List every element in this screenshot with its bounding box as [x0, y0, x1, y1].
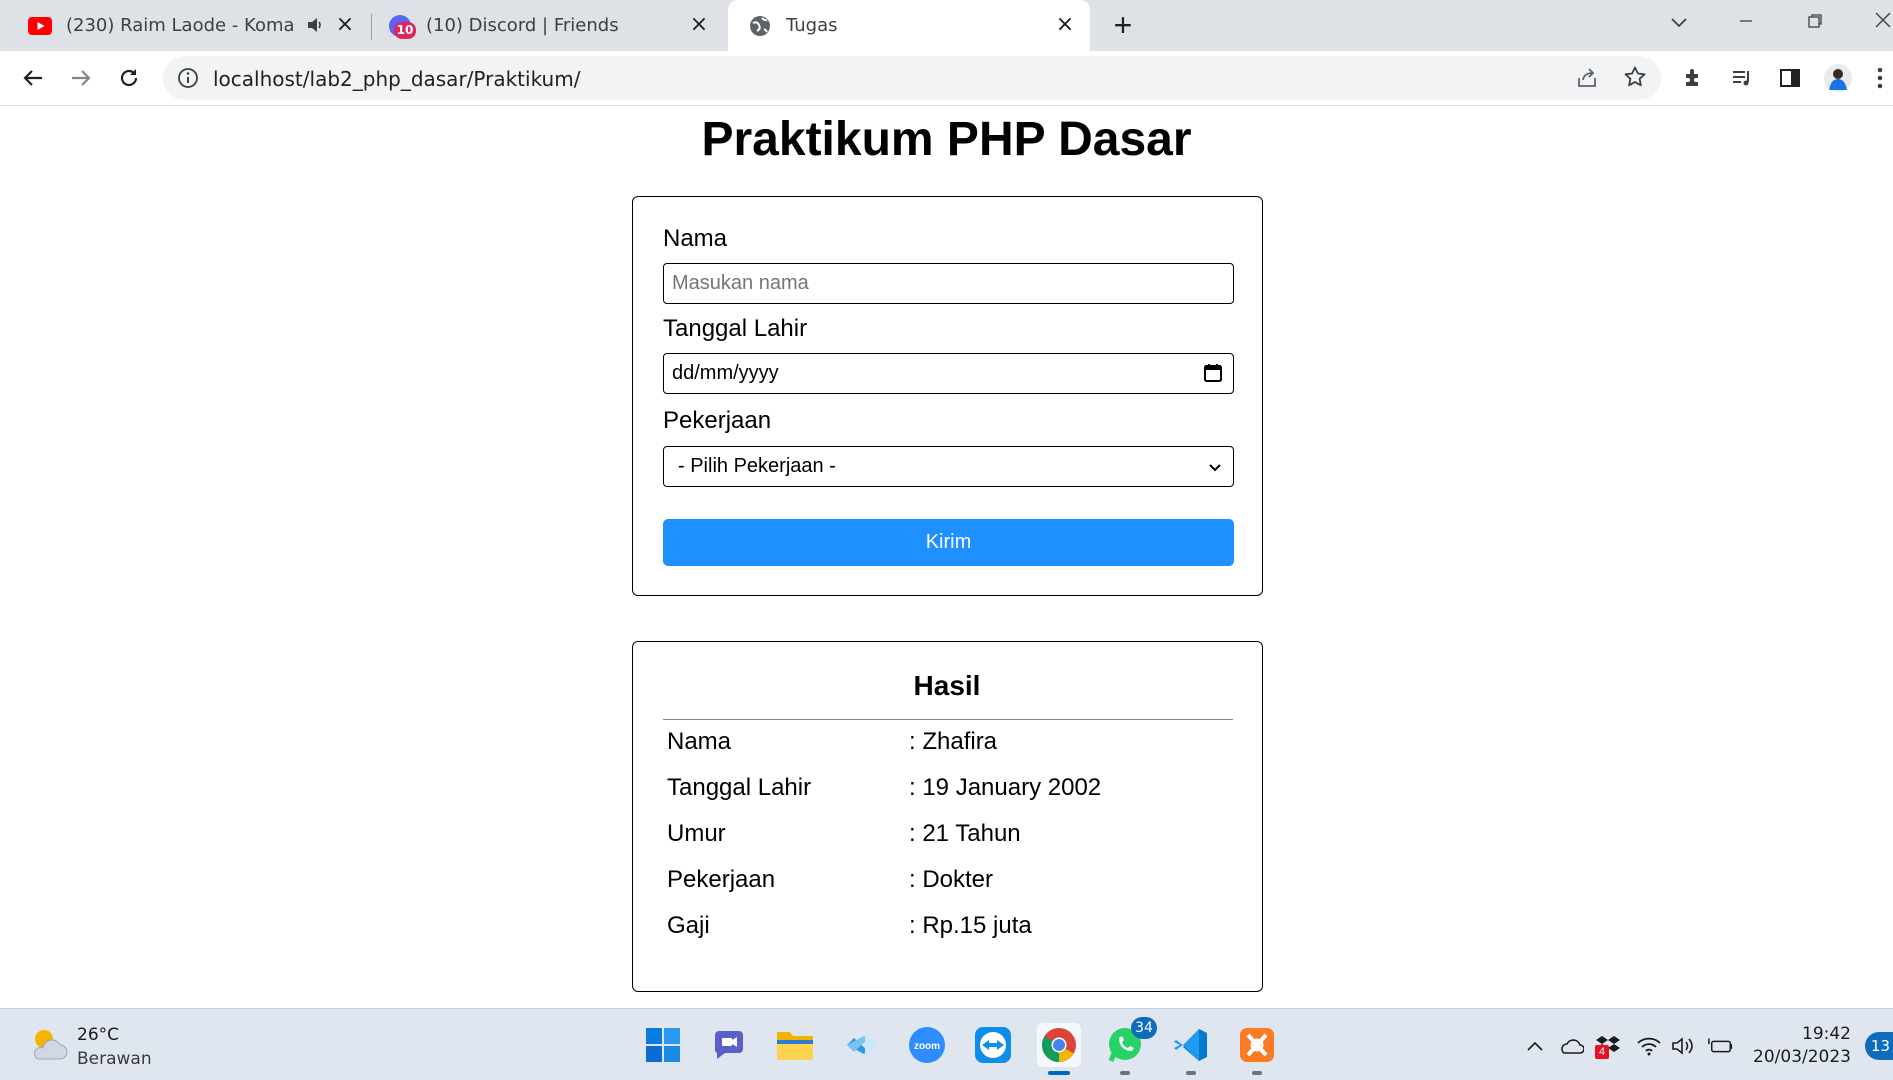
xampp-icon[interactable]: [1235, 1023, 1279, 1075]
result-label: Umur: [667, 820, 726, 847]
weather-cloudy-icon[interactable]: [28, 1025, 68, 1068]
discord-icon: 10: [388, 14, 416, 39]
close-window-button[interactable]: [1868, 8, 1893, 38]
result-row: Tanggal Lahir : 19 January 2002: [667, 774, 1227, 806]
youtube-icon: [28, 14, 52, 38]
vs-icon[interactable]: [839, 1023, 883, 1067]
date-placeholder: dd/mm/yyyy: [672, 362, 779, 384]
address-bar[interactable]: localhost/lab2_php_dasar/Praktikum/: [163, 56, 1661, 100]
result-value: : 19 January 2002: [909, 774, 1102, 801]
divider: [663, 719, 1233, 720]
tab-badge: 10: [394, 21, 416, 39]
active-indicator: [1048, 1071, 1070, 1075]
result-row: Pekerjaan : Dokter: [667, 866, 1227, 898]
tanggal-lahir-input[interactable]: dd/mm/yyyy: [663, 353, 1234, 394]
speaker-icon[interactable]: [306, 15, 326, 40]
chrome-icon[interactable]: [1037, 1023, 1081, 1075]
media-control-icon[interactable]: [1727, 63, 1757, 93]
zoom-icon[interactable]: zoom: [905, 1023, 949, 1067]
result-value: : 21 Tahun: [909, 820, 1021, 847]
system-clock[interactable]: 19:42 20/03/2023: [1753, 1023, 1851, 1069]
tab-title: (10) Discord | Friends: [426, 15, 619, 36]
result-row: Umur : 21 Tahun: [667, 820, 1227, 852]
taskbar: 26°C Berawan zoom 34 4 19:42 20/03/2023 …: [0, 1008, 1893, 1080]
url-text[interactable]: localhost/lab2_php_dasar/Praktikum/: [213, 67, 580, 91]
result-row: Gaji : Rp.15 juta: [667, 912, 1227, 944]
tab-search-icon[interactable]: [1664, 8, 1694, 38]
svg-text:zoom: zoom: [914, 1041, 940, 1052]
tab-title: Tugas: [786, 15, 838, 36]
side-panel-icon[interactable]: [1775, 63, 1805, 93]
result-value: : Rp.15 juta: [909, 912, 1032, 939]
browser-toolbar: localhost/lab2_php_dasar/Praktikum/: [0, 51, 1893, 106]
running-indicator: [1252, 1071, 1262, 1075]
tanggal-lahir-label: Tanggal Lahir: [663, 315, 808, 342]
result-card: Hasil Nama : Zhafira Tanggal Lahir : 19 …: [632, 641, 1263, 992]
close-icon[interactable]: ×: [688, 14, 710, 36]
share-icon[interactable]: [1575, 66, 1599, 95]
globe-icon: [748, 14, 772, 38]
form-card: Nama Masukan nama Tanggal Lahir dd/mm/yy…: [632, 196, 1263, 596]
kirim-button[interactable]: Kirim: [663, 519, 1234, 566]
result-value: : Dokter: [909, 866, 994, 893]
battery-icon[interactable]: [1708, 1033, 1734, 1059]
reload-button[interactable]: [112, 61, 146, 95]
result-label: Pekerjaan: [667, 866, 776, 893]
calendar-icon[interactable]: [1203, 363, 1223, 389]
close-icon[interactable]: ×: [1054, 14, 1076, 36]
result-title: Hasil: [913, 670, 981, 701]
tab-strip: (230) Raim Laode - Komang ( × 10 (10) Di…: [0, 0, 1893, 51]
minimize-button[interactable]: [1731, 8, 1761, 38]
result-label: Gaji: [667, 912, 710, 939]
forward-button[interactable]: [64, 61, 98, 95]
new-tab-button[interactable]: +: [1108, 9, 1138, 41]
running-indicator: [1186, 1071, 1196, 1075]
info-icon[interactable]: [177, 67, 199, 94]
menu-kebab-icon[interactable]: [1870, 63, 1890, 93]
result-label: Nama: [667, 728, 732, 755]
windows-start-icon[interactable]: [641, 1023, 685, 1067]
page-content: Praktikum PHP Dasar Nama Masukan nama Ta…: [0, 107, 1893, 1008]
notification-badge: 34: [1131, 1017, 1157, 1039]
vscode-icon[interactable]: [1169, 1023, 1213, 1075]
result-label: Tanggal Lahir: [667, 774, 812, 801]
weather-temperature[interactable]: 26°C: [77, 1025, 119, 1045]
teams-chat-icon[interactable]: [707, 1023, 751, 1067]
clock-date: 20/03/2023: [1753, 1047, 1851, 1067]
volume-icon[interactable]: [1671, 1033, 1697, 1059]
back-button[interactable]: [16, 61, 50, 95]
bookmark-star-icon[interactable]: [1623, 65, 1647, 94]
running-indicator: [1120, 1071, 1130, 1075]
tab-title: (230) Raim Laode - Komang (: [66, 15, 296, 36]
onedrive-icon[interactable]: [1558, 1033, 1584, 1059]
close-icon[interactable]: ×: [334, 14, 356, 36]
tab-youtube[interactable]: (230) Raim Laode - Komang ( ×: [16, 0, 370, 51]
restore-button[interactable]: [1800, 8, 1830, 38]
whatsapp-icon[interactable]: 34: [1103, 1017, 1157, 1075]
file-explorer-icon[interactable]: [773, 1023, 817, 1067]
profile-avatar[interactable]: [1823, 63, 1853, 93]
chevron-up-icon[interactable]: [1522, 1033, 1548, 1059]
extensions-icon[interactable]: [1679, 63, 1709, 93]
nama-input[interactable]: Masukan nama: [663, 263, 1234, 304]
clock-time: 19:42: [1802, 1024, 1851, 1044]
pekerjaan-label: Pekerjaan: [663, 407, 772, 434]
pekerjaan-select[interactable]: - Pilih Pekerjaan -: [663, 446, 1234, 487]
tab-discord[interactable]: 10 (10) Discord | Friends ×: [372, 0, 724, 51]
notification-center-badge[interactable]: 13: [1865, 1032, 1893, 1060]
tab-tugas[interactable]: Tugas ×: [728, 0, 1090, 51]
pekerjaan-selected: - Pilih Pekerjaan -: [678, 455, 836, 477]
weather-condition[interactable]: Berawan: [77, 1049, 152, 1069]
result-row: Nama : Zhafira: [667, 728, 1227, 760]
wifi-icon[interactable]: [1636, 1033, 1662, 1059]
nama-label: Nama: [663, 225, 728, 252]
tray-badge: 4: [1595, 1045, 1609, 1059]
teamviewer-icon[interactable]: [971, 1023, 1015, 1067]
page-title: Praktikum PHP Dasar: [701, 113, 1192, 166]
chevron-down-icon: [1207, 459, 1223, 482]
result-value: : Zhafira: [909, 728, 998, 755]
dropbox-icon[interactable]: 4: [1595, 1033, 1621, 1059]
